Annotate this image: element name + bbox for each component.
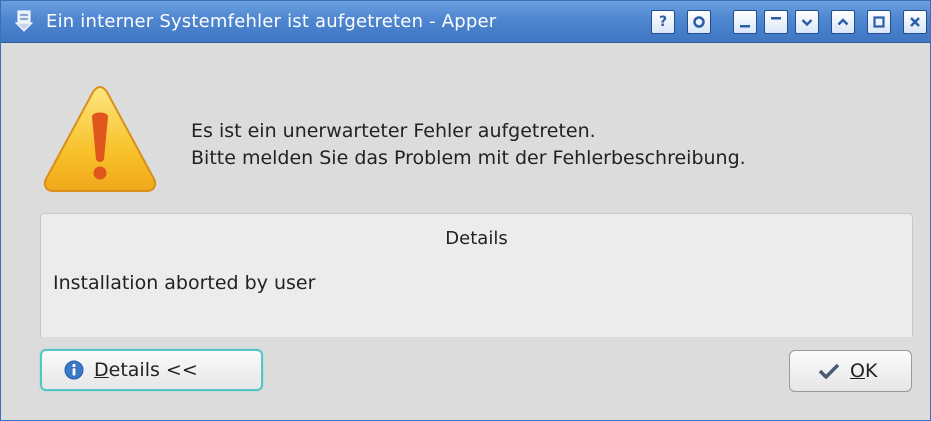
ok-button[interactable]: OK bbox=[789, 350, 912, 392]
window-title: Ein interner Systemfehler ist aufgetrete… bbox=[46, 11, 497, 32]
close-icon bbox=[910, 17, 920, 27]
ok-label-rest: K bbox=[864, 360, 878, 382]
error-message: Es ist ein unerwarteter Fehler aufgetret… bbox=[191, 118, 921, 172]
details-button-label: Details << bbox=[94, 359, 198, 381]
chevron-down-icon bbox=[801, 19, 813, 27]
apper-app-icon[interactable] bbox=[13, 10, 35, 32]
ok-button-label: OK bbox=[850, 360, 877, 382]
minimize-button[interactable] bbox=[733, 10, 757, 34]
details-mnemonic: D bbox=[94, 359, 109, 381]
details-panel: Details Installation aborted by user bbox=[40, 213, 913, 337]
ok-mnemonic: O bbox=[850, 360, 865, 382]
shade-button[interactable] bbox=[687, 10, 711, 34]
help-button[interactable]: ? bbox=[651, 10, 675, 34]
maximize-button[interactable] bbox=[867, 10, 891, 34]
message-line-1: Es ist ein unerwarteter Fehler aufgetret… bbox=[191, 120, 596, 142]
chevron-up-icon bbox=[837, 18, 849, 26]
help-icon: ? bbox=[658, 14, 668, 30]
close-button[interactable] bbox=[903, 10, 927, 34]
minimize-icon bbox=[740, 25, 750, 28]
circle-icon bbox=[693, 16, 705, 28]
maximize-icon bbox=[873, 16, 885, 28]
checkmark-icon bbox=[818, 362, 840, 380]
keep-above-button[interactable] bbox=[764, 10, 788, 34]
dialog-window: Ein interner Systemfehler ist aufgetrete… bbox=[0, 0, 931, 421]
chevron-up-button[interactable] bbox=[831, 10, 855, 34]
info-icon bbox=[64, 360, 84, 380]
warning-icon bbox=[41, 83, 159, 195]
details-title: Details bbox=[445, 228, 508, 249]
title-bar[interactable]: Ein interner Systemfehler ist aufgetrete… bbox=[1, 1, 930, 43]
details-text[interactable]: Installation aborted by user bbox=[53, 272, 315, 294]
details-label-rest: etails << bbox=[108, 359, 198, 381]
details-toggle-button[interactable]: Details << bbox=[40, 349, 263, 391]
keep-above-icon bbox=[771, 17, 781, 20]
keep-below-button[interactable] bbox=[795, 10, 819, 34]
message-line-2: Bitte melden Sie das Problem mit der Feh… bbox=[191, 147, 746, 169]
